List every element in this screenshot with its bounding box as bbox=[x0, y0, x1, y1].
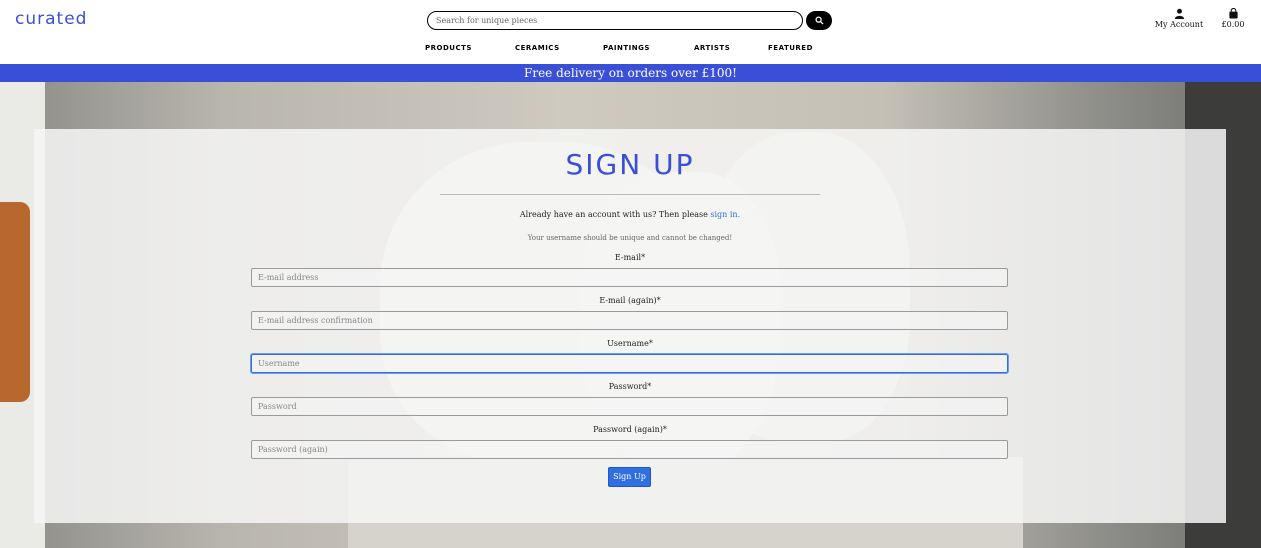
delivery-banner: Free delivery on orders over £100! bbox=[0, 64, 1261, 82]
username-note: Your username should be unique and canno… bbox=[527, 234, 733, 242]
user-icon bbox=[1174, 8, 1184, 19]
nav-ceramics[interactable]: ceramics bbox=[515, 42, 560, 53]
site-header: curated My Account £0.00 products cerami… bbox=[0, 0, 1261, 64]
site-logo[interactable]: curated bbox=[15, 9, 87, 29]
search-icon bbox=[814, 16, 824, 25]
title-divider bbox=[440, 194, 820, 195]
password-label: Password* bbox=[608, 382, 652, 391]
my-account-label: My Account bbox=[1154, 20, 1204, 29]
search-input[interactable] bbox=[427, 11, 803, 30]
email-field[interactable] bbox=[251, 268, 1008, 287]
nav-paintings[interactable]: paintings bbox=[603, 42, 650, 53]
page-title: SIGN UP bbox=[565, 148, 695, 181]
password-field[interactable] bbox=[251, 397, 1008, 416]
cart-total: £0.00 bbox=[1221, 20, 1245, 29]
nav-artists[interactable]: artists bbox=[694, 42, 730, 53]
my-account-link[interactable]: My Account bbox=[1154, 8, 1204, 29]
shopping-bag-icon bbox=[1228, 8, 1238, 19]
email-label: E-mail* bbox=[614, 253, 646, 262]
nav-products[interactable]: products bbox=[425, 42, 472, 53]
signup-button[interactable]: Sign Up bbox=[608, 467, 651, 487]
search-button[interactable] bbox=[806, 11, 832, 30]
password-confirm-label: Password (again)* bbox=[593, 425, 667, 434]
email-confirm-field[interactable] bbox=[251, 311, 1008, 330]
main-nav: products ceramics paintings artists feat… bbox=[0, 42, 1261, 56]
signup-card: SIGN UP Already have an account with us?… bbox=[34, 129, 1226, 523]
email-confirm-label: E-mail (again)* bbox=[599, 296, 661, 305]
password-confirm-field[interactable] bbox=[251, 440, 1008, 459]
signin-link[interactable]: sign in. bbox=[710, 210, 740, 219]
nav-featured[interactable]: featured bbox=[768, 42, 813, 53]
signin-prompt-text: Already have an account with us? Then pl… bbox=[519, 210, 711, 219]
username-label: Username* bbox=[607, 339, 653, 348]
cart-link[interactable]: £0.00 bbox=[1218, 8, 1248, 29]
username-field[interactable] bbox=[251, 354, 1008, 373]
signin-prompt: Already have an account with us? Then pl… bbox=[34, 210, 1226, 219]
